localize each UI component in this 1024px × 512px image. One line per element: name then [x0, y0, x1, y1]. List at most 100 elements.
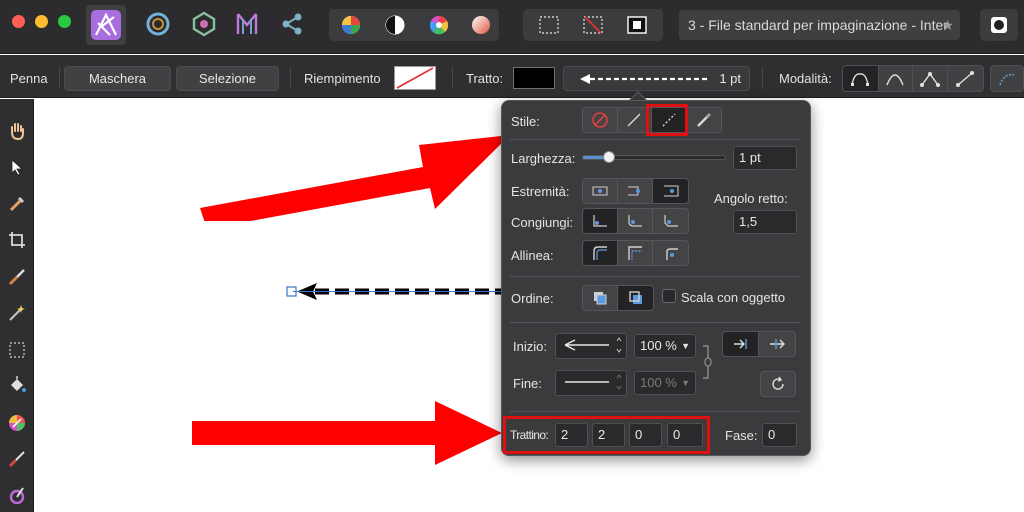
- round-cap-icon[interactable]: [618, 179, 653, 203]
- color-tools-group: [329, 9, 499, 41]
- order-label: Ordine:: [511, 291, 554, 306]
- align-outside-icon[interactable]: [653, 241, 688, 265]
- width-input[interactable]: 1 pt: [733, 146, 797, 170]
- select-rect-icon[interactable]: [529, 9, 569, 41]
- align-label: Allinea:: [511, 248, 554, 263]
- snapping-icon[interactable]: [990, 65, 1024, 92]
- start-scale-dropdown[interactable]: 100 % ▼: [634, 334, 696, 358]
- arrow-inside-icon[interactable]: [723, 332, 760, 356]
- link-scale-icon[interactable]: [700, 344, 714, 380]
- fill-swatch[interactable]: [394, 66, 436, 90]
- caps-label: Estremità:: [511, 184, 570, 199]
- stroke-swatch[interactable]: [513, 67, 555, 89]
- end-label: Fine:: [513, 376, 542, 391]
- order-group: [582, 285, 654, 311]
- crop-tool-icon[interactable]: [5, 228, 29, 252]
- arrow-position-group: [722, 331, 796, 357]
- mask-button[interactable]: Maschera: [64, 66, 171, 91]
- swap-arrows-icon[interactable]: [760, 371, 796, 397]
- marquee-tool-icon[interactable]: [5, 338, 29, 362]
- star-icon[interactable]: ★: [941, 10, 954, 40]
- pen-mode-line-icon[interactable]: [948, 66, 983, 91]
- pen-mode-sharp-icon[interactable]: [843, 66, 879, 91]
- photo-persona-icon[interactable]: [188, 7, 220, 41]
- miter-input[interactable]: 1,5: [733, 210, 797, 234]
- context-toolbar: Penna Maschera Selezione Riempimento Tra…: [0, 55, 1024, 98]
- arrow-outside-icon[interactable]: [759, 332, 795, 356]
- start-arrowhead-dropdown[interactable]: [555, 333, 627, 359]
- invert-selection-icon[interactable]: [617, 9, 657, 41]
- close-window-button[interactable]: [12, 15, 25, 28]
- width-label: Larghezza:: [511, 151, 576, 166]
- paint-brush-icon[interactable]: [5, 447, 29, 471]
- miter-label: Angolo retto:: [714, 191, 788, 206]
- texture-line-icon[interactable]: [687, 108, 721, 132]
- end-scale-value: 100 %: [640, 375, 677, 390]
- color-picker-icon[interactable]: [5, 192, 29, 216]
- phase-input[interactable]: 0: [762, 423, 797, 447]
- red-annotation-arrow-top: [200, 135, 510, 221]
- magic-wand-icon[interactable]: [5, 301, 29, 325]
- joins-group: [582, 208, 689, 234]
- no-stroke-icon[interactable]: [583, 108, 618, 132]
- document-title: 3 - File standard per impaginazione - In…: [688, 17, 948, 33]
- chevron-down-icon: ▼: [681, 341, 690, 351]
- red-annotation-arrow-bottom: [192, 401, 502, 465]
- start-label: Inizio:: [513, 339, 547, 354]
- contrast-icon[interactable]: [379, 9, 411, 41]
- end-scale-dropdown[interactable]: 100 % ▼: [634, 371, 696, 395]
- stroke-width-value: 1 pt: [719, 71, 741, 86]
- miter-join-icon[interactable]: [583, 209, 618, 233]
- chevron-down-icon: ▼: [681, 378, 690, 388]
- width-slider-knob[interactable]: [602, 151, 615, 163]
- share-icon[interactable]: [276, 7, 308, 41]
- fill-label: Riempimento: [304, 71, 381, 86]
- deselect-icon[interactable]: [573, 9, 613, 41]
- width-slider[interactable]: [582, 151, 726, 163]
- caps-group: [582, 178, 689, 204]
- tool-name: Penna: [10, 71, 48, 86]
- phase-label: Fase:: [725, 428, 758, 443]
- color-wheel-icon[interactable]: [335, 9, 367, 41]
- scale-with-object-checkbox[interactable]: [662, 289, 676, 303]
- align-group: [582, 240, 689, 266]
- color-wheel-tool-icon[interactable]: [5, 411, 29, 435]
- highlight-dash-style: [646, 104, 688, 136]
- zoom-window-button[interactable]: [58, 15, 71, 28]
- joins-label: Congiungi:: [511, 215, 574, 230]
- square-cap-icon[interactable]: [653, 179, 688, 203]
- tools-panel: [0, 99, 34, 512]
- hand-tool-icon[interactable]: [5, 119, 29, 143]
- end-arrowhead-dropdown[interactable]: [555, 370, 627, 396]
- butt-cap-icon[interactable]: [583, 179, 618, 203]
- start-scale-value: 100 %: [640, 338, 677, 353]
- align-center-icon[interactable]: [583, 241, 618, 265]
- hue-icon[interactable]: [423, 9, 455, 41]
- round-join-icon[interactable]: [618, 209, 653, 233]
- move-tool-icon[interactable]: [5, 155, 29, 179]
- mode-label: Modalità:: [779, 71, 832, 86]
- highlight-dash-values: [503, 416, 710, 454]
- stroke-front-icon[interactable]: [618, 286, 653, 310]
- pen-mode-smooth-icon[interactable]: [879, 66, 914, 91]
- align-inside-icon[interactable]: [618, 241, 653, 265]
- stroke-behind-icon[interactable]: [583, 286, 619, 310]
- stroke-style-dropdown[interactable]: 1 pt: [563, 66, 750, 91]
- minimize-window-button[interactable]: [35, 15, 48, 28]
- pixel-tool-icon[interactable]: [5, 483, 29, 507]
- selection-button[interactable]: Selezione: [176, 66, 279, 91]
- affinity-publisher-icon[interactable]: [86, 5, 126, 45]
- document-tab[interactable]: 3 - File standard per impaginazione - In…: [679, 10, 960, 40]
- publisher-persona-icon[interactable]: [231, 7, 263, 41]
- pen-mode-group: [842, 65, 984, 92]
- record-icon[interactable]: [980, 9, 1018, 41]
- style-label: Stile:: [511, 114, 540, 129]
- stroke-label: Tratto:: [466, 71, 504, 86]
- title-toolbar: 3 - File standard per impaginazione - In…: [0, 0, 1024, 54]
- fill-tool-icon[interactable]: [5, 374, 29, 398]
- designer-persona-icon[interactable]: [142, 7, 174, 41]
- bevel-join-icon[interactable]: [653, 209, 688, 233]
- pen-mode-polygon-icon[interactable]: [913, 66, 948, 91]
- brush-tool-icon[interactable]: [5, 265, 29, 289]
- gradient-icon[interactable]: [465, 9, 497, 41]
